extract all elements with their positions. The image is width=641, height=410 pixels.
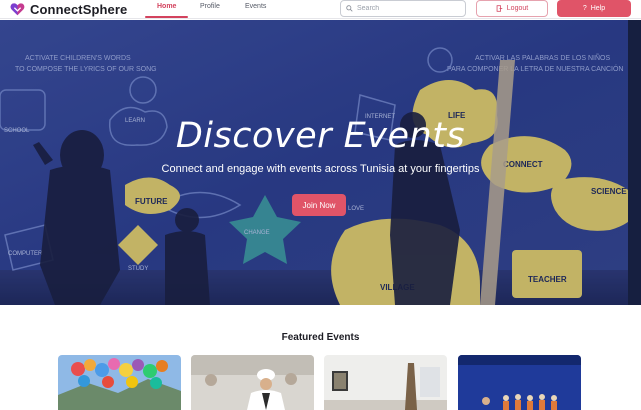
- hero-subtitle: Connect and engage with events across Tu…: [161, 163, 480, 175]
- logo[interactable]: ConnectSphere: [10, 1, 127, 17]
- brand-name: ConnectSphere: [30, 1, 128, 17]
- logout-label: Logout: [506, 5, 529, 12]
- search-input[interactable]: [357, 5, 457, 12]
- event-image-balloons: [58, 355, 181, 410]
- logout-button[interactable]: Logout: [476, 0, 548, 17]
- page: ConnectSphere Home Profile Events Logout…: [0, 0, 641, 410]
- event-card-balloons[interactable]: [58, 355, 181, 410]
- help-label: Help: [590, 5, 606, 12]
- help-button[interactable]: ? Help: [557, 0, 631, 17]
- search-icon: [346, 5, 353, 12]
- logout-icon: [496, 5, 503, 12]
- join-now-button[interactable]: Join Now: [292, 194, 346, 216]
- event-card-performance[interactable]: [458, 355, 581, 410]
- event-card-gallery[interactable]: [324, 355, 447, 410]
- help-icon: ?: [582, 5, 587, 12]
- search-box[interactable]: [340, 0, 466, 17]
- hero-banner: ACTIVATE CHILDREN'S WORDS TO COMPOSE THE…: [0, 20, 641, 305]
- event-image-performance: [458, 355, 581, 410]
- event-image-gallery: [324, 355, 447, 410]
- heart-logo-icon: [10, 3, 25, 16]
- nav-home[interactable]: Home: [157, 3, 176, 17]
- nav-profile[interactable]: Profile: [200, 3, 220, 17]
- event-image-chef: [191, 355, 314, 410]
- hero-title: Discover Events: [175, 116, 466, 156]
- featured-events-heading: Featured Events: [281, 332, 360, 343]
- event-card-chef[interactable]: [191, 355, 314, 410]
- nav-events[interactable]: Events: [245, 3, 266, 17]
- nav-active-indicator: [145, 16, 188, 18]
- top-header: ConnectSphere Home Profile Events Logout…: [0, 0, 641, 19]
